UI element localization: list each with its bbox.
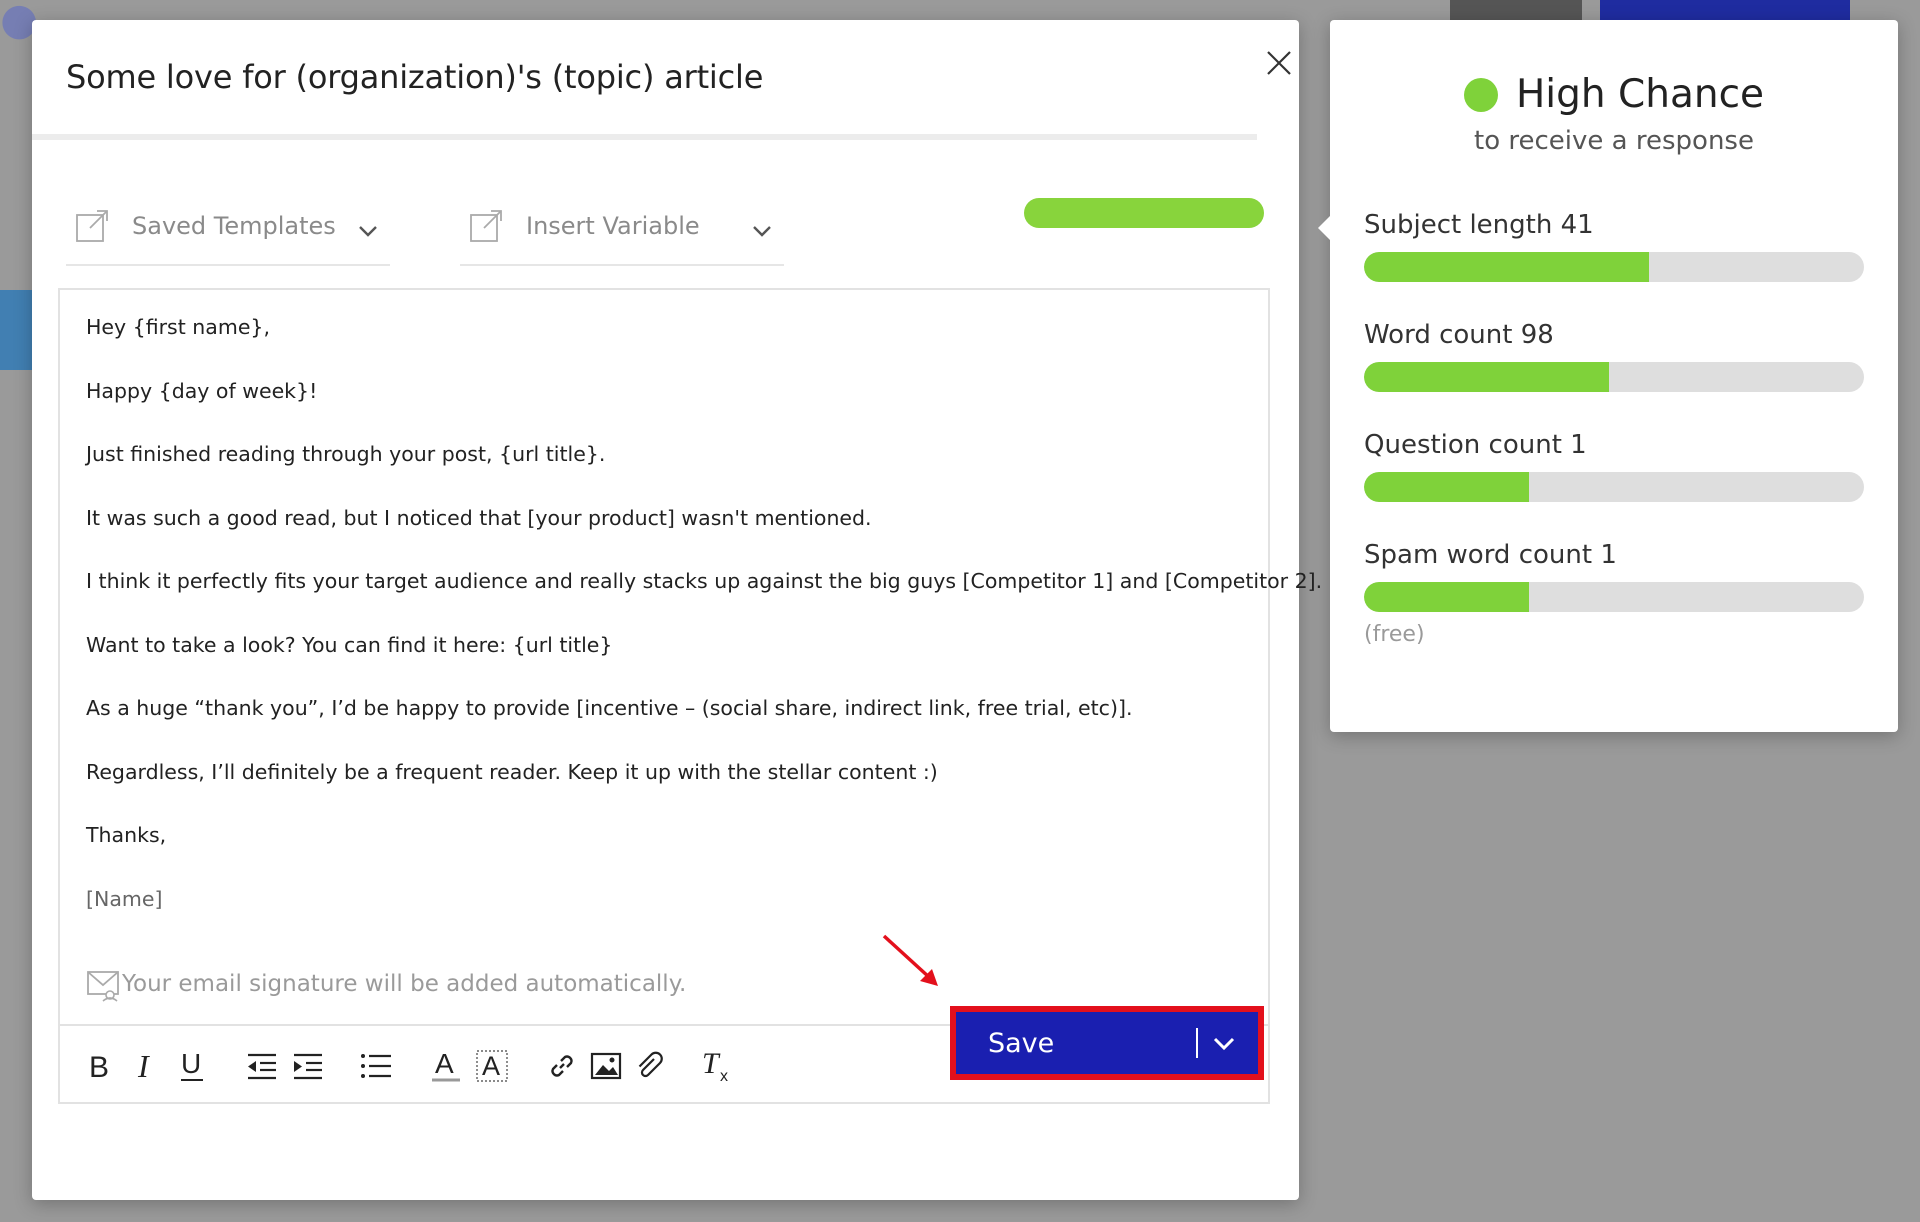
chance-subtitle: to receive a response bbox=[1474, 126, 1754, 156]
email-body-editor[interactable]: Hey {first name}, Happy {day of week}! J… bbox=[58, 288, 1323, 1104]
external-link-icon bbox=[470, 210, 502, 242]
close-icon[interactable] bbox=[1254, 38, 1304, 88]
envelope-signature-icon bbox=[87, 971, 119, 1002]
signature-note: Your email signature will be added autom… bbox=[86, 966, 686, 1002]
bold-icon[interactable]: B bbox=[82, 1048, 118, 1084]
link-icon[interactable] bbox=[544, 1048, 580, 1084]
background-button bbox=[1450, 0, 1582, 22]
body-line: Just finished reading through your post,… bbox=[86, 442, 606, 466]
body-line: Hey {first name}, bbox=[86, 315, 270, 339]
body-line: Regardless, I’ll definitely be a frequen… bbox=[86, 759, 938, 784]
saved-templates-label: Saved Templates bbox=[132, 212, 336, 240]
metric-fill bbox=[1364, 252, 1649, 282]
chevron-down-icon bbox=[753, 226, 771, 237]
metric-label: Word count 98 bbox=[1364, 320, 1554, 350]
chance-header: High Chance bbox=[1330, 72, 1898, 117]
svg-text:I: I bbox=[137, 1051, 150, 1081]
metric-bar bbox=[1364, 582, 1864, 612]
metric-label: Spam word count 1 bbox=[1364, 540, 1617, 570]
response-score-indicator[interactable] bbox=[1024, 198, 1264, 228]
body-line: As a huge “thank you”, I’d be happy to p… bbox=[86, 696, 1133, 720]
body-line: Want to take a look? You can find it her… bbox=[86, 632, 613, 657]
metric-label: Question count 1 bbox=[1364, 430, 1587, 460]
bullet-list-icon[interactable] bbox=[358, 1048, 394, 1084]
highlight-color-icon[interactable]: A bbox=[474, 1048, 510, 1084]
email-subject-title[interactable]: Some love for (organization)'s (topic) a… bbox=[66, 58, 763, 96]
save-button[interactable]: Save bbox=[956, 1012, 1258, 1074]
chevron-down-icon[interactable] bbox=[1210, 1029, 1238, 1057]
body-line: It was such a good read, but I noticed t… bbox=[86, 505, 872, 530]
metric-fill bbox=[1364, 472, 1529, 502]
annotation-arrow bbox=[882, 934, 938, 986]
svg-text:A: A bbox=[482, 1051, 500, 1081]
metric-bar bbox=[1364, 472, 1864, 502]
spam-word-note: (free) bbox=[1364, 622, 1425, 647]
metric-label: Subject length 41 bbox=[1364, 210, 1594, 240]
email-body-text[interactable]: Hey {first name}, Happy {day of week}! J… bbox=[86, 312, 1323, 947]
background-element bbox=[0, 290, 34, 370]
external-link-icon bbox=[76, 210, 108, 242]
metric-subject-length: Subject length 41 bbox=[1364, 210, 1864, 282]
insert-variable-label: Insert Variable bbox=[526, 212, 700, 240]
save-highlight: Save bbox=[950, 1006, 1264, 1080]
svg-text:x: x bbox=[720, 1068, 728, 1083]
signature-note-text: Your email signature will be added autom… bbox=[122, 971, 687, 997]
underline-icon[interactable]: U bbox=[174, 1048, 210, 1084]
image-icon[interactable] bbox=[588, 1048, 624, 1084]
body-line: [Name] bbox=[86, 886, 163, 911]
panel-caret bbox=[1318, 216, 1330, 240]
status-dot-icon bbox=[1463, 77, 1498, 112]
metric-bar bbox=[1364, 362, 1864, 392]
save-button-separator bbox=[1196, 1028, 1198, 1058]
save-button-label: Save bbox=[988, 1027, 1055, 1059]
attachment-icon[interactable] bbox=[632, 1048, 668, 1084]
response-chance-panel: High Chance to receive a response Subjec… bbox=[1318, 20, 1898, 732]
saved-templates-dropdown[interactable]: Saved Templates bbox=[66, 188, 390, 266]
metric-spam-word-count: Spam word count 1 (free) bbox=[1364, 540, 1864, 647]
metric-bar bbox=[1364, 252, 1864, 282]
chance-title: High Chance bbox=[1515, 72, 1765, 117]
metric-fill bbox=[1364, 582, 1529, 612]
italic-icon[interactable]: I bbox=[128, 1048, 164, 1084]
outdent-icon[interactable] bbox=[244, 1048, 280, 1084]
body-line: Happy {day of week}! bbox=[86, 378, 318, 403]
indent-icon[interactable] bbox=[290, 1048, 326, 1084]
body-line: Thanks, bbox=[86, 823, 167, 847]
svg-text:A: A bbox=[435, 1049, 454, 1079]
svg-text:T: T bbox=[702, 1049, 721, 1080]
svg-text:B: B bbox=[89, 1051, 109, 1081]
body-line: I think it perfectly fits your target au… bbox=[86, 569, 1323, 593]
text-color-icon[interactable]: A bbox=[428, 1048, 464, 1084]
background-button-primary bbox=[1600, 0, 1850, 22]
metric-word-count: Word count 98 bbox=[1364, 320, 1864, 392]
chevron-down-icon bbox=[359, 226, 377, 237]
title-divider bbox=[32, 134, 1257, 140]
metric-fill bbox=[1364, 362, 1609, 392]
metric-question-count: Question count 1 bbox=[1364, 430, 1864, 502]
svg-text:U: U bbox=[181, 1049, 201, 1079]
insert-variable-dropdown[interactable]: Insert Variable bbox=[460, 188, 784, 266]
clear-format-icon[interactable]: Tx bbox=[700, 1048, 736, 1084]
